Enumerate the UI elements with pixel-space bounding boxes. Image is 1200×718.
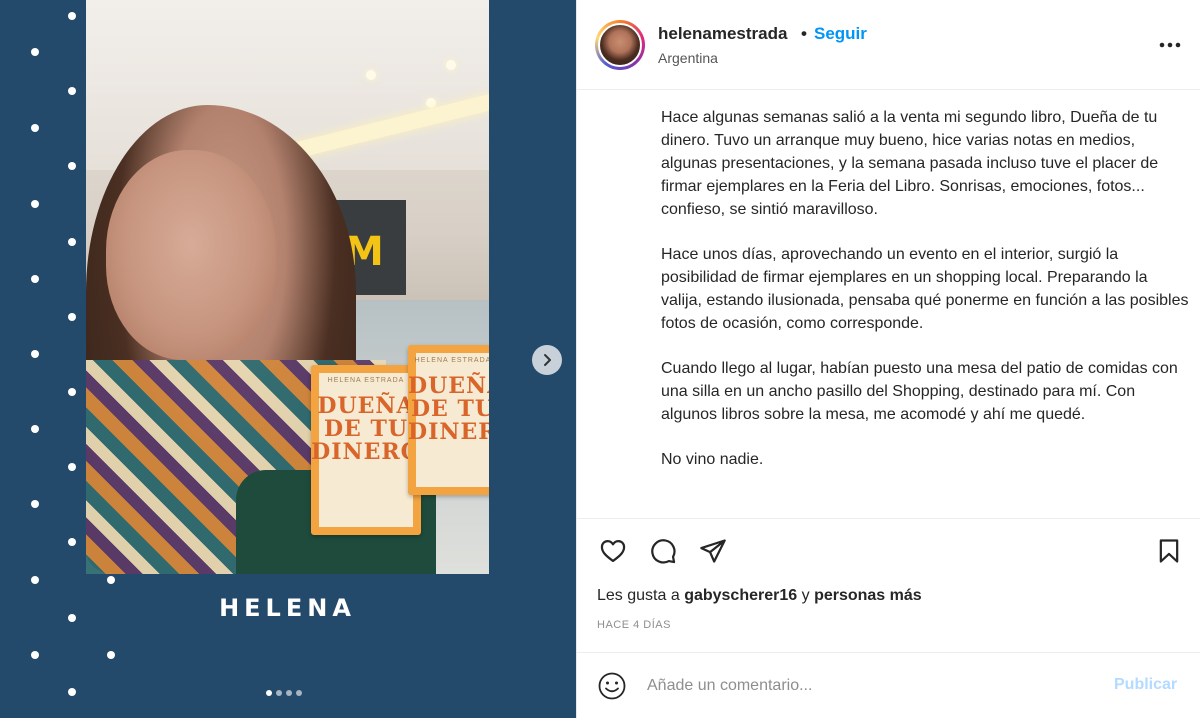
liker-username-link[interactable]: gabyscherer16 — [684, 587, 797, 604]
decor-dot — [31, 500, 39, 508]
decor-dot — [68, 162, 76, 170]
caption-paragraph: No vino nadie. — [661, 451, 764, 468]
save-button[interactable] — [1153, 535, 1185, 567]
avatar[interactable] — [598, 23, 642, 67]
decor-dot — [68, 313, 76, 321]
post-photo: M HELENA ESTRADA DUEÑA DE TU DINERO HELE… — [86, 0, 489, 574]
decor-dot — [31, 200, 39, 208]
publish-button[interactable]: Publicar — [1114, 676, 1177, 694]
decor-dot — [31, 275, 39, 283]
carousel-dot — [286, 690, 292, 696]
post-header: helenamestrada • Seguir Argentina — [577, 0, 1200, 90]
decor-dot — [68, 463, 76, 471]
more-options-icon — [1159, 42, 1181, 48]
decor-dot — [68, 12, 76, 20]
decor-dot — [107, 651, 115, 659]
more-options-button[interactable] — [1155, 32, 1185, 58]
share-icon — [700, 539, 726, 563]
caption-paragraph: Hace algunas semanas salió a la venta mi… — [661, 109, 1159, 218]
post-panel: helenamestrada • Seguir Argentina Hace a… — [576, 0, 1200, 718]
book-cover: HELENA ESTRADA DUEÑA DE TU DINERO — [408, 345, 489, 495]
post-actions: Les gusta a gabyscherer16 y personas más… — [577, 518, 1200, 668]
emoji-icon — [598, 672, 626, 700]
likes-more-link[interactable]: personas más — [814, 587, 922, 604]
decor-dot — [107, 576, 115, 584]
bookmark-icon — [1159, 539, 1179, 563]
caption-paragraph: Cuando llego al lugar, habían puesto una… — [661, 360, 1178, 423]
decor-dot — [68, 614, 76, 622]
media-caption-name: HELENA — [219, 594, 356, 622]
caption-paragraph: Hace unos días, aprovechando un evento e… — [661, 246, 1189, 332]
carousel-indicator — [266, 690, 302, 696]
post-caption: Hace algunas semanas salió a la venta mi… — [661, 106, 1191, 493]
decor-dot — [68, 538, 76, 546]
decor-dot — [68, 388, 76, 396]
decor-dot — [68, 238, 76, 246]
post-timestamp[interactable]: HACE 4 DÍAS — [597, 619, 671, 631]
comment-bar: Publicar — [577, 652, 1200, 718]
location-link[interactable]: Argentina — [658, 50, 718, 66]
comment-button[interactable] — [647, 535, 679, 567]
post-media: M HELENA ESTRADA DUEÑA DE TU DINERO HELE… — [0, 0, 576, 718]
decor-dot — [31, 651, 39, 659]
decor-dot — [31, 576, 39, 584]
carousel-dot — [276, 690, 282, 696]
decor-dot — [31, 124, 39, 132]
comment-input[interactable] — [647, 673, 1097, 699]
comment-icon — [651, 539, 676, 564]
separator-dot: • — [801, 24, 807, 43]
decor-dot — [68, 688, 76, 696]
person-face — [106, 150, 276, 360]
avatar-ring[interactable] — [595, 20, 645, 70]
decor-dot — [31, 425, 39, 433]
chevron-right-icon — [544, 354, 551, 366]
decor-dot — [31, 350, 39, 358]
decor-dot — [68, 87, 76, 95]
like-button[interactable] — [597, 535, 629, 567]
book-cover: HELENA ESTRADA DUEÑA DE TU DINERO — [311, 365, 421, 535]
decor-dot — [31, 48, 39, 56]
carousel-next-button[interactable] — [532, 345, 562, 375]
emoji-button[interactable] — [597, 671, 627, 701]
carousel-dot — [296, 690, 302, 696]
username-link[interactable]: helenamestrada — [658, 24, 787, 44]
heart-icon — [600, 539, 626, 563]
carousel-dot — [266, 690, 272, 696]
share-button[interactable] — [697, 535, 729, 567]
likes-summary: Les gusta a gabyscherer16 y personas más — [597, 587, 922, 604]
follow-button[interactable]: Seguir — [814, 24, 867, 44]
